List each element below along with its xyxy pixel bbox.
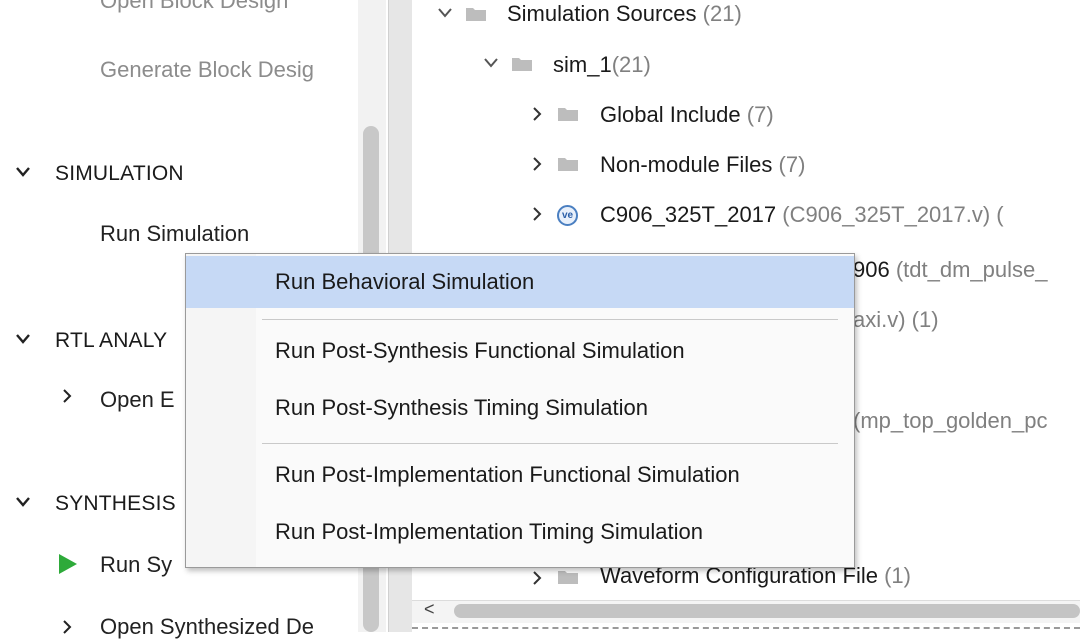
nav-item-run-synthesis[interactable]: Run Sy [100,552,172,578]
nav-item-open-block-design[interactable]: Open Block Design [100,0,288,14]
folder-icon [558,106,578,121]
nav-item-generate-block-design[interactable]: Generate Block Desig [100,57,314,83]
tree-node-non-module-files[interactable]: Non-module Files (7) [600,152,805,178]
menu-item-label: Run Behavioral Simulation [275,269,535,294]
tree-node-partial[interactable]: axi.v) (1) [853,307,939,333]
chevron-down-icon[interactable] [16,334,30,346]
chevron-down-icon[interactable] [438,8,452,20]
folder-icon [466,6,486,21]
folder-icon [558,569,578,584]
menu-item-label: Run Post-Implementation Functional Simul… [275,462,740,487]
menu-item-label: Run Post-Synthesis Functional Simulation [275,338,685,363]
tree-node-partial[interactable]: 906 (tdt_dm_pulse_ [853,257,1048,283]
horizontal-scrollbar-thumb[interactable] [454,604,1080,618]
tree-node-sim-1[interactable]: sim_1(21) [553,52,651,78]
chevron-right-icon[interactable] [532,107,544,121]
section-rtl-analysis-title[interactable]: RTL ANALY [55,329,167,353]
scroll-left-arrow-icon[interactable]: < [424,599,435,620]
menu-separator [262,319,838,320]
menu-item-label: Run Post-Implementation Timing Simulatio… [275,519,703,544]
nav-item-open-elaborated-design[interactable]: Open E [100,387,175,413]
chevron-right-icon[interactable] [532,207,544,221]
chevron-right-icon[interactable] [62,389,74,403]
verilog-module-icon: ve [557,205,578,226]
menu-item-run-post-implementation-timing[interactable]: Run Post-Implementation Timing Simulatio… [186,506,854,558]
folder-icon [512,56,532,71]
play-icon [58,553,78,580]
menu-item-run-post-implementation-functional[interactable]: Run Post-Implementation Functional Simul… [186,449,854,501]
menu-separator [262,443,838,444]
run-simulation-context-menu: Run Behavioral Simulation Run Post-Synth… [185,253,855,568]
section-synthesis-title[interactable]: SYNTHESIS [55,492,176,516]
tree-node-global-include[interactable]: Global Include (7) [600,102,774,128]
menu-item-run-behavioral-simulation[interactable]: Run Behavioral Simulation [186,256,854,308]
menu-item-run-post-synthesis-functional[interactable]: Run Post-Synthesis Functional Simulation [186,325,854,377]
chevron-down-icon[interactable] [484,58,498,70]
nav-item-run-simulation[interactable]: Run Simulation [100,221,249,247]
nav-item-open-synthesized-design[interactable]: Open Synthesized De [100,614,314,640]
tree-node-simulation-sources[interactable]: Simulation Sources (21) [507,1,742,27]
tree-node-c906-module[interactable]: C906_325T_2017 (C906_325T_2017.v) ( [600,202,1004,228]
folder-icon [558,156,578,171]
tree-node-partial[interactable]: (mp_top_golden_pc [853,408,1047,434]
divider [412,627,1080,629]
chevron-right-icon[interactable] [532,571,544,585]
chevron-right-icon[interactable] [62,620,74,634]
chevron-down-icon[interactable] [16,167,30,179]
chevron-right-icon[interactable] [532,157,544,171]
menu-item-label: Run Post-Synthesis Timing Simulation [275,395,648,420]
chevron-down-icon[interactable] [16,497,30,509]
section-simulation-title[interactable]: SIMULATION [55,162,184,186]
menu-item-run-post-synthesis-timing[interactable]: Run Post-Synthesis Timing Simulation [186,382,854,434]
